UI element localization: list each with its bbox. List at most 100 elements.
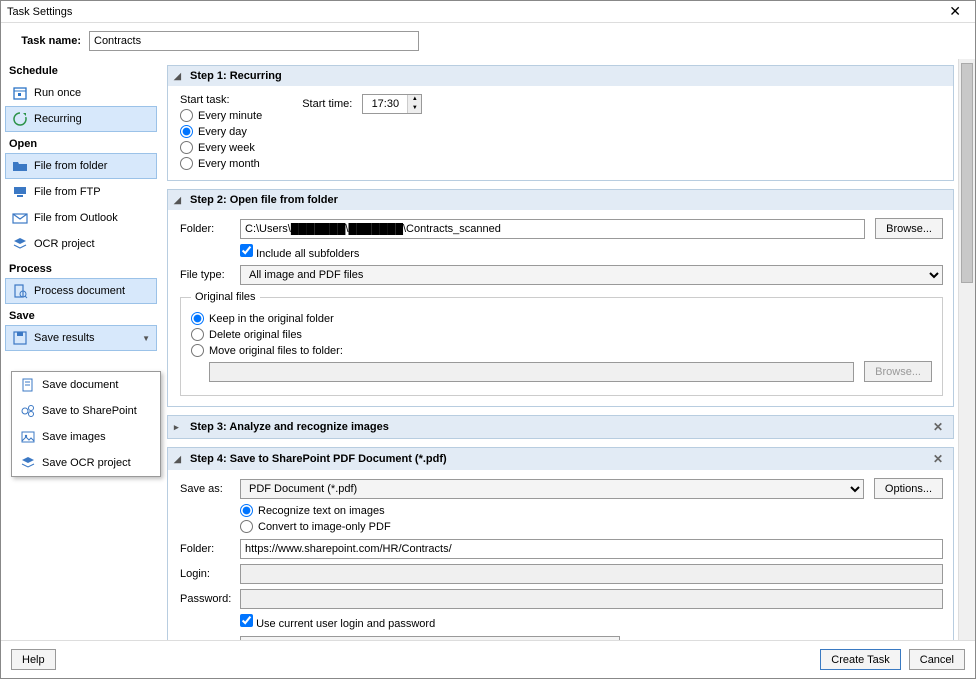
- opt-recognize-text[interactable]: Recognize text on images: [240, 504, 943, 517]
- step1-title: Step 1: Recurring: [190, 70, 282, 82]
- menu-save-sharepoint[interactable]: Save to SharePoint: [12, 398, 160, 424]
- mail-icon: [12, 210, 28, 226]
- spin-up-icon[interactable]: ▲: [408, 95, 421, 104]
- opt-move-original[interactable]: Move original files to folder:: [191, 344, 932, 357]
- original-files-label: Original files: [191, 291, 260, 303]
- step2-header[interactable]: ◢ Step 2: Open file from folder: [168, 190, 953, 210]
- menu-item-label: Save images: [42, 431, 106, 443]
- saveas-select[interactable]: PDF Document (*.pdf): [240, 479, 864, 499]
- menu-save-images[interactable]: Save images: [12, 424, 160, 450]
- folder-icon: [12, 158, 28, 174]
- sidebar-item-label: Save results: [34, 332, 95, 344]
- sharepoint-icon: [20, 403, 36, 419]
- ftp-icon: [12, 184, 28, 200]
- sp-folder-label: Folder:: [180, 543, 230, 555]
- save-icon: [12, 330, 28, 346]
- window-title: Task Settings: [7, 6, 72, 18]
- sidebar-item-label: File from Outlook: [34, 212, 118, 224]
- menu-item-label: Save document: [42, 379, 118, 391]
- opt-delete-original[interactable]: Delete original files: [191, 328, 932, 341]
- original-files-group: Original files Keep in the original fold…: [180, 291, 943, 396]
- step3-header[interactable]: ▸ Step 3: Analyze and recognize images ✕: [168, 416, 953, 438]
- step3: ▸ Step 3: Analyze and recognize images ✕: [167, 415, 954, 439]
- opt-image-only-pdf[interactable]: Convert to image-only PDF: [240, 520, 943, 533]
- filetype-label: File type:: [180, 269, 230, 281]
- sidebar-item-label: Recurring: [34, 113, 82, 125]
- step2-title: Step 2: Open file from folder: [190, 194, 338, 206]
- calendar-icon: [12, 85, 28, 101]
- help-button[interactable]: Help: [11, 649, 56, 670]
- step4: ◢ Step 4: Save to SharePoint PDF Documen…: [167, 447, 954, 640]
- start-time-label: Start time:: [302, 98, 352, 110]
- menu-item-label: Save OCR project: [42, 457, 131, 469]
- sidebar: Schedule Run once Recurring Open File fr…: [1, 59, 161, 640]
- opt-keep-original[interactable]: Keep in the original folder: [191, 312, 932, 325]
- sidebar-item-recurring[interactable]: Recurring: [5, 106, 157, 132]
- sidebar-item-ocr-project[interactable]: OCR project: [5, 231, 157, 257]
- move-folder-input: [209, 362, 854, 382]
- chevron-down-icon: ▼: [142, 334, 150, 343]
- options-button[interactable]: Options...: [874, 478, 943, 499]
- step2: ◢ Step 2: Open file from folder Folder: …: [167, 189, 954, 407]
- sidebar-item-run-once[interactable]: Run once: [5, 80, 157, 106]
- opt-every-day[interactable]: Every day: [180, 125, 262, 138]
- menu-item-label: Save to SharePoint: [42, 405, 137, 417]
- save-doc-icon: [20, 377, 36, 393]
- cat-open: Open: [5, 132, 157, 153]
- step4-header[interactable]: ◢ Step 4: Save to SharePoint PDF Documen…: [168, 448, 953, 470]
- cat-schedule: Schedule: [5, 59, 157, 80]
- sidebar-item-file-from-outlook[interactable]: File from Outlook: [5, 205, 157, 231]
- close-step-icon[interactable]: ✕: [929, 452, 947, 466]
- step1-header[interactable]: ◢ Step 1: Recurring: [168, 66, 953, 86]
- login-label: Login:: [180, 568, 230, 580]
- sidebar-item-save-results[interactable]: Save results ▼: [5, 325, 157, 351]
- include-subfolders[interactable]: Include all subfolders: [240, 244, 359, 260]
- cat-save: Save: [5, 304, 157, 325]
- sidebar-item-process-document[interactable]: Process document: [5, 278, 157, 304]
- start-task-label: Start task:: [180, 94, 262, 106]
- image-icon: [20, 429, 36, 445]
- password-label: Password:: [180, 593, 230, 605]
- menu-save-ocr-project[interactable]: Save OCR project: [12, 450, 160, 476]
- cancel-button[interactable]: Cancel: [909, 649, 965, 670]
- opt-every-week[interactable]: Every week: [180, 141, 262, 154]
- sp-folder-input[interactable]: [240, 539, 943, 559]
- filetype-select[interactable]: All image and PDF files: [240, 265, 943, 285]
- sidebar-item-file-from-ftp[interactable]: File from FTP: [5, 179, 157, 205]
- sidebar-item-label: Run once: [34, 87, 81, 99]
- scrollbar-thumb[interactable]: [961, 63, 973, 283]
- step4-title: Step 4: Save to SharePoint PDF Document …: [190, 453, 447, 465]
- sidebar-item-file-from-folder[interactable]: File from folder: [5, 153, 157, 179]
- folder-input[interactable]: [240, 219, 865, 239]
- vertical-scrollbar[interactable]: [958, 59, 975, 640]
- step1: ◢ Step 1: Recurring Start task: Every mi…: [167, 65, 954, 181]
- opt-every-month[interactable]: Every month: [180, 157, 262, 170]
- create-task-button[interactable]: Create Task: [820, 649, 901, 670]
- sidebar-item-label: OCR project: [34, 238, 95, 250]
- start-time-input[interactable]: [363, 95, 407, 113]
- task-name-label: Task name:: [11, 35, 81, 47]
- close-icon[interactable]: ✕: [941, 1, 969, 22]
- start-time-spinner[interactable]: ▲▼: [362, 94, 422, 114]
- process-icon: [12, 283, 28, 299]
- task-name-input[interactable]: [89, 31, 419, 51]
- expand-icon: ▸: [174, 422, 184, 433]
- use-current-credentials[interactable]: Use current user login and password: [240, 614, 435, 630]
- save-results-menu: Save document Save to SharePoint Save im…: [11, 371, 161, 477]
- close-step-icon[interactable]: ✕: [929, 420, 947, 434]
- menu-save-document[interactable]: Save document: [12, 372, 160, 398]
- saveas-label: Save as:: [180, 483, 230, 495]
- folder-label: Folder:: [180, 223, 230, 235]
- collapse-icon: ◢: [174, 71, 184, 82]
- collapse-icon: ◢: [174, 454, 184, 465]
- sidebar-item-label: Process document: [34, 285, 125, 297]
- password-input: [240, 589, 943, 609]
- browse-button[interactable]: Browse...: [875, 218, 943, 239]
- start-task-options: Every minute Every day Every week Every …: [180, 109, 262, 170]
- opt-every-minute[interactable]: Every minute: [180, 109, 262, 122]
- browse-button-2: Browse...: [864, 361, 932, 382]
- cat-process: Process: [5, 257, 157, 278]
- layers-icon: [12, 236, 28, 252]
- recurring-icon: [12, 111, 28, 127]
- spin-down-icon[interactable]: ▼: [408, 104, 421, 113]
